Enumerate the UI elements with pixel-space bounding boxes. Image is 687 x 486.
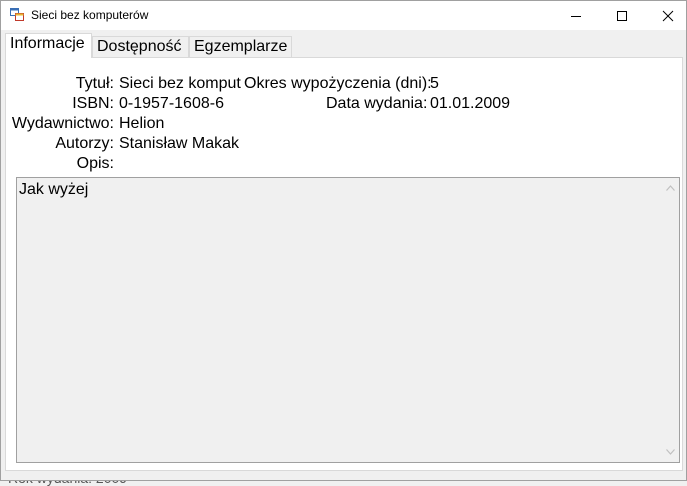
loan-period-label: Okres wypożyczenia (dni): bbox=[244, 75, 432, 92]
book-details-window: Sieci bez komputerów Informacje Dostępno… bbox=[0, 0, 687, 481]
minimize-icon bbox=[571, 16, 581, 17]
title-value: Sieci bez komput bbox=[119, 75, 241, 92]
description-label: Opis: bbox=[76, 155, 114, 172]
tab-egzemplarze[interactable]: Egzemplarze bbox=[189, 36, 292, 58]
scroll-up-icon[interactable] bbox=[666, 185, 675, 191]
tab-informacje[interactable]: Informacje bbox=[5, 33, 92, 58]
close-button[interactable] bbox=[645, 1, 686, 30]
publish-date-label: Data wydania: bbox=[326, 95, 428, 112]
description-value: Jak wyżej bbox=[19, 181, 89, 198]
maximize-button[interactable] bbox=[599, 1, 645, 30]
loan-period-value: 5 bbox=[430, 75, 439, 92]
isbn-value: 0-1957-1608-6 bbox=[119, 95, 224, 112]
scroll-down-icon[interactable] bbox=[666, 449, 675, 455]
publish-date-value: 01.01.2009 bbox=[430, 95, 511, 112]
publisher-value: Helion bbox=[119, 115, 165, 132]
description-scrollbar[interactable] bbox=[662, 178, 679, 462]
title-label: Tytuł: bbox=[75, 75, 114, 92]
description-textbox[interactable]: Jak wyżej bbox=[16, 177, 680, 463]
close-icon bbox=[662, 10, 674, 22]
window-title: Sieci bez komputerów bbox=[31, 8, 149, 22]
isbn-label: ISBN: bbox=[72, 95, 114, 112]
publisher-label: Wydawnictwo: bbox=[11, 115, 114, 132]
authors-value: Stanisław Makak bbox=[119, 135, 240, 152]
authors-label: Autorzy: bbox=[55, 135, 114, 152]
maximize-icon bbox=[617, 11, 627, 21]
app-window-icon bbox=[10, 8, 24, 22]
info-tab-page: Tytuł: Sieci bez komput Okres wypożyczen… bbox=[5, 57, 683, 471]
minimize-button[interactable] bbox=[553, 1, 599, 30]
title-bar[interactable]: Sieci bez komputerów bbox=[1, 1, 686, 30]
tab-dostepnosc[interactable]: Dostępność bbox=[92, 36, 189, 58]
